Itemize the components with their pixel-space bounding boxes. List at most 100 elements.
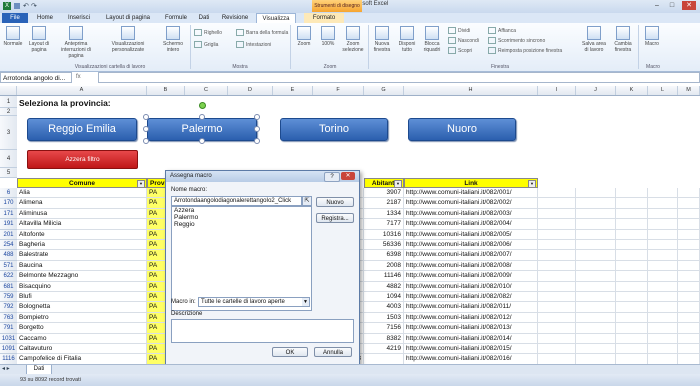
cell-comune[interactable]: Altofonte xyxy=(17,229,147,240)
cell[interactable] xyxy=(648,344,678,355)
reset-filter-button[interactable]: Azzera filtro xyxy=(27,150,138,169)
close-button[interactable]: ✕ xyxy=(682,1,696,10)
cell[interactable] xyxy=(538,229,576,240)
cell[interactable] xyxy=(648,198,678,209)
cell[interactable] xyxy=(678,281,700,292)
new-window-button[interactable]: Nuova finestra xyxy=(370,26,394,53)
cell[interactable] xyxy=(678,302,700,313)
cell[interactable] xyxy=(616,344,648,355)
sheet-nav-icon[interactable]: ◂ ▸ xyxy=(2,365,10,372)
cell-abitanti[interactable]: 11146 xyxy=(364,271,404,282)
selection-handle[interactable] xyxy=(254,138,260,144)
cell[interactable] xyxy=(616,292,648,303)
cell-abitanti[interactable]: 7156 xyxy=(364,323,404,334)
record-button[interactable]: Registra... xyxy=(316,213,354,223)
tab-file[interactable]: File xyxy=(2,13,28,23)
name-box[interactable]: Arrotonda angolo di... xyxy=(0,72,72,83)
tab-format[interactable]: Formato xyxy=(304,13,344,23)
row-header[interactable]: 1031 xyxy=(0,333,17,344)
column-header-g[interactable]: G xyxy=(364,86,404,95)
cell[interactable] xyxy=(616,219,648,230)
column-header-h[interactable]: H xyxy=(404,86,538,95)
reggio-emilia-button[interactable]: Reggio Emilia xyxy=(27,118,137,141)
switch-windows-button[interactable]: Cambia finestra xyxy=(610,26,636,53)
cell[interactable] xyxy=(616,208,648,220)
cell-link[interactable]: http://www.comuni-italiani.it/082/082/ xyxy=(404,292,538,303)
maximize-button[interactable]: □ xyxy=(665,1,679,10)
column-header-l[interactable]: L xyxy=(648,86,678,95)
selection-handle[interactable] xyxy=(199,114,205,120)
cell-abitanti[interactable]: 4003 xyxy=(364,302,404,313)
macro-name-input[interactable]: ArrotondaangolodiagonalerettangoIo2_Clic… xyxy=(171,196,302,206)
filter-dropdown-icon[interactable]: ▼ xyxy=(137,180,145,188)
cell[interactable] xyxy=(616,188,648,199)
cell[interactable] xyxy=(576,344,616,355)
tab-data[interactable]: Dati xyxy=(194,13,214,23)
cell-abitanti[interactable]: 3907 xyxy=(364,188,404,199)
cell-comune[interactable]: Blufi xyxy=(17,292,147,303)
rotation-handle[interactable] xyxy=(199,102,206,109)
selection-handle[interactable] xyxy=(254,126,260,132)
cell[interactable] xyxy=(576,188,616,199)
cell[interactable] xyxy=(538,302,576,313)
row-header[interactable]: 170 xyxy=(0,198,17,209)
cell[interactable] xyxy=(616,281,648,292)
headings-checkbox[interactable]: Intestazioni xyxy=(236,41,271,49)
tab-formulas[interactable]: Formule xyxy=(160,13,192,23)
cell[interactable] xyxy=(648,281,678,292)
cell[interactable] xyxy=(678,312,700,324)
row-header[interactable]: 5 xyxy=(0,168,17,178)
ruler-checkbox[interactable]: Righello xyxy=(194,29,222,37)
macro-in-select[interactable]: Tutte le cartelle di lavoro aperte xyxy=(198,297,310,307)
reset-window-position-button[interactable]: Reimposta posizione finestra xyxy=(488,47,562,55)
macro-list-item[interactable]: Palermo xyxy=(172,214,311,221)
cell-comune[interactable]: Caltavuturo xyxy=(17,344,147,355)
cell[interactable] xyxy=(538,198,576,209)
cell-comune[interactable]: Alia xyxy=(17,188,147,199)
cell-link[interactable]: http://www.comuni-italiani.it/082/011/ xyxy=(404,302,538,313)
column-header-b[interactable]: B xyxy=(147,86,185,95)
zoom-selection-button[interactable]: Zoom selezione xyxy=(340,26,366,53)
cell[interactable] xyxy=(648,208,678,220)
cell[interactable] xyxy=(678,333,700,344)
cell[interactable] xyxy=(648,229,678,240)
row-header[interactable]: 791 xyxy=(0,323,17,334)
cell-link[interactable]: http://www.comuni-italiani.it/082/007/ xyxy=(404,250,538,261)
description-field[interactable] xyxy=(171,319,354,343)
cell-abitanti[interactable]: 4882 xyxy=(364,281,404,292)
cell[interactable] xyxy=(576,312,616,324)
cell[interactable] xyxy=(538,323,576,334)
row-header[interactable]: 1 xyxy=(0,96,17,108)
split-button[interactable]: Dividi xyxy=(448,27,470,35)
cell[interactable] xyxy=(648,260,678,272)
minimize-button[interactable]: – xyxy=(650,1,664,10)
row-header[interactable]: 2 xyxy=(0,108,17,116)
cell[interactable] xyxy=(678,198,700,209)
row-header[interactable]: 759 xyxy=(0,292,17,303)
dialog-close-button[interactable]: ✕ xyxy=(341,172,355,180)
column-header-c[interactable]: C xyxy=(185,86,228,95)
macro-list[interactable]: Azzera Palermo Reggio xyxy=(171,206,312,311)
page-break-preview-button[interactable]: Anteprima interruzioni di pagina xyxy=(54,26,98,59)
cell-abitanti[interactable]: 6398 xyxy=(364,250,404,261)
selection-handle[interactable] xyxy=(199,138,205,144)
cell[interactable] xyxy=(538,188,576,199)
cell[interactable] xyxy=(576,250,616,261)
cancel-button[interactable]: Annulla xyxy=(314,347,352,357)
cell[interactable] xyxy=(616,333,648,344)
new-button[interactable]: Nuovo xyxy=(316,197,354,207)
selection-handle[interactable] xyxy=(143,114,149,120)
help-button[interactable]: ? xyxy=(324,172,340,182)
tab-page-layout[interactable]: Layout di pagina xyxy=(100,13,156,23)
cell[interactable] xyxy=(576,219,616,230)
cell[interactable] xyxy=(538,250,576,261)
cell-link[interactable]: http://www.comuni-italiani.it/082/009/ xyxy=(404,271,538,282)
cell[interactable] xyxy=(648,188,678,199)
formula-bar[interactable] xyxy=(98,72,700,83)
cell-comune[interactable]: Bolognetta xyxy=(17,302,147,313)
cell-comune[interactable]: Bisacquino xyxy=(17,281,147,292)
cell[interactable] xyxy=(616,323,648,334)
row-header[interactable]: 201 xyxy=(0,229,17,240)
cell[interactable] xyxy=(678,323,700,334)
cell[interactable] xyxy=(576,302,616,313)
